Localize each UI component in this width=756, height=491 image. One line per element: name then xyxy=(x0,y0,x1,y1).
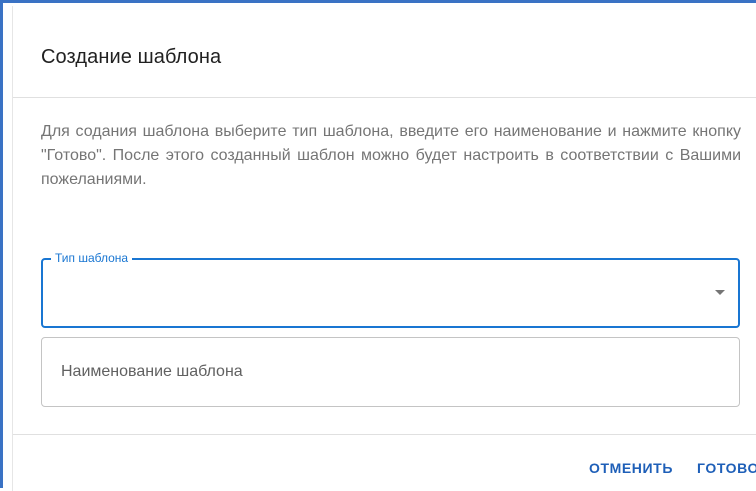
done-button[interactable]: ГОТОВО xyxy=(697,460,756,476)
template-type-select[interactable]: Тип шаблона xyxy=(41,250,740,328)
title-divider xyxy=(13,97,756,98)
create-template-dialog: Создание шаблона Для содания шаблона выб… xyxy=(13,6,756,491)
dialog-actions: ОТМЕНИТЬ ГОТОВО xyxy=(589,456,756,480)
window-frame: Создание шаблона Для содания шаблона выб… xyxy=(0,0,756,491)
dialog-description: Для содания шаблона выберите тип шаблона… xyxy=(41,123,741,188)
chevron-down-icon[interactable] xyxy=(715,290,725,295)
template-type-label: Тип шаблона xyxy=(51,250,133,266)
cancel-button[interactable]: ОТМЕНИТЬ xyxy=(589,460,673,476)
template-name-field[interactable]: Наименование шаблона xyxy=(41,337,740,407)
template-name-placeholder: Наименование шаблона xyxy=(61,363,243,380)
dialog-title: Создание шаблона xyxy=(41,46,222,68)
actions-divider xyxy=(13,434,756,435)
